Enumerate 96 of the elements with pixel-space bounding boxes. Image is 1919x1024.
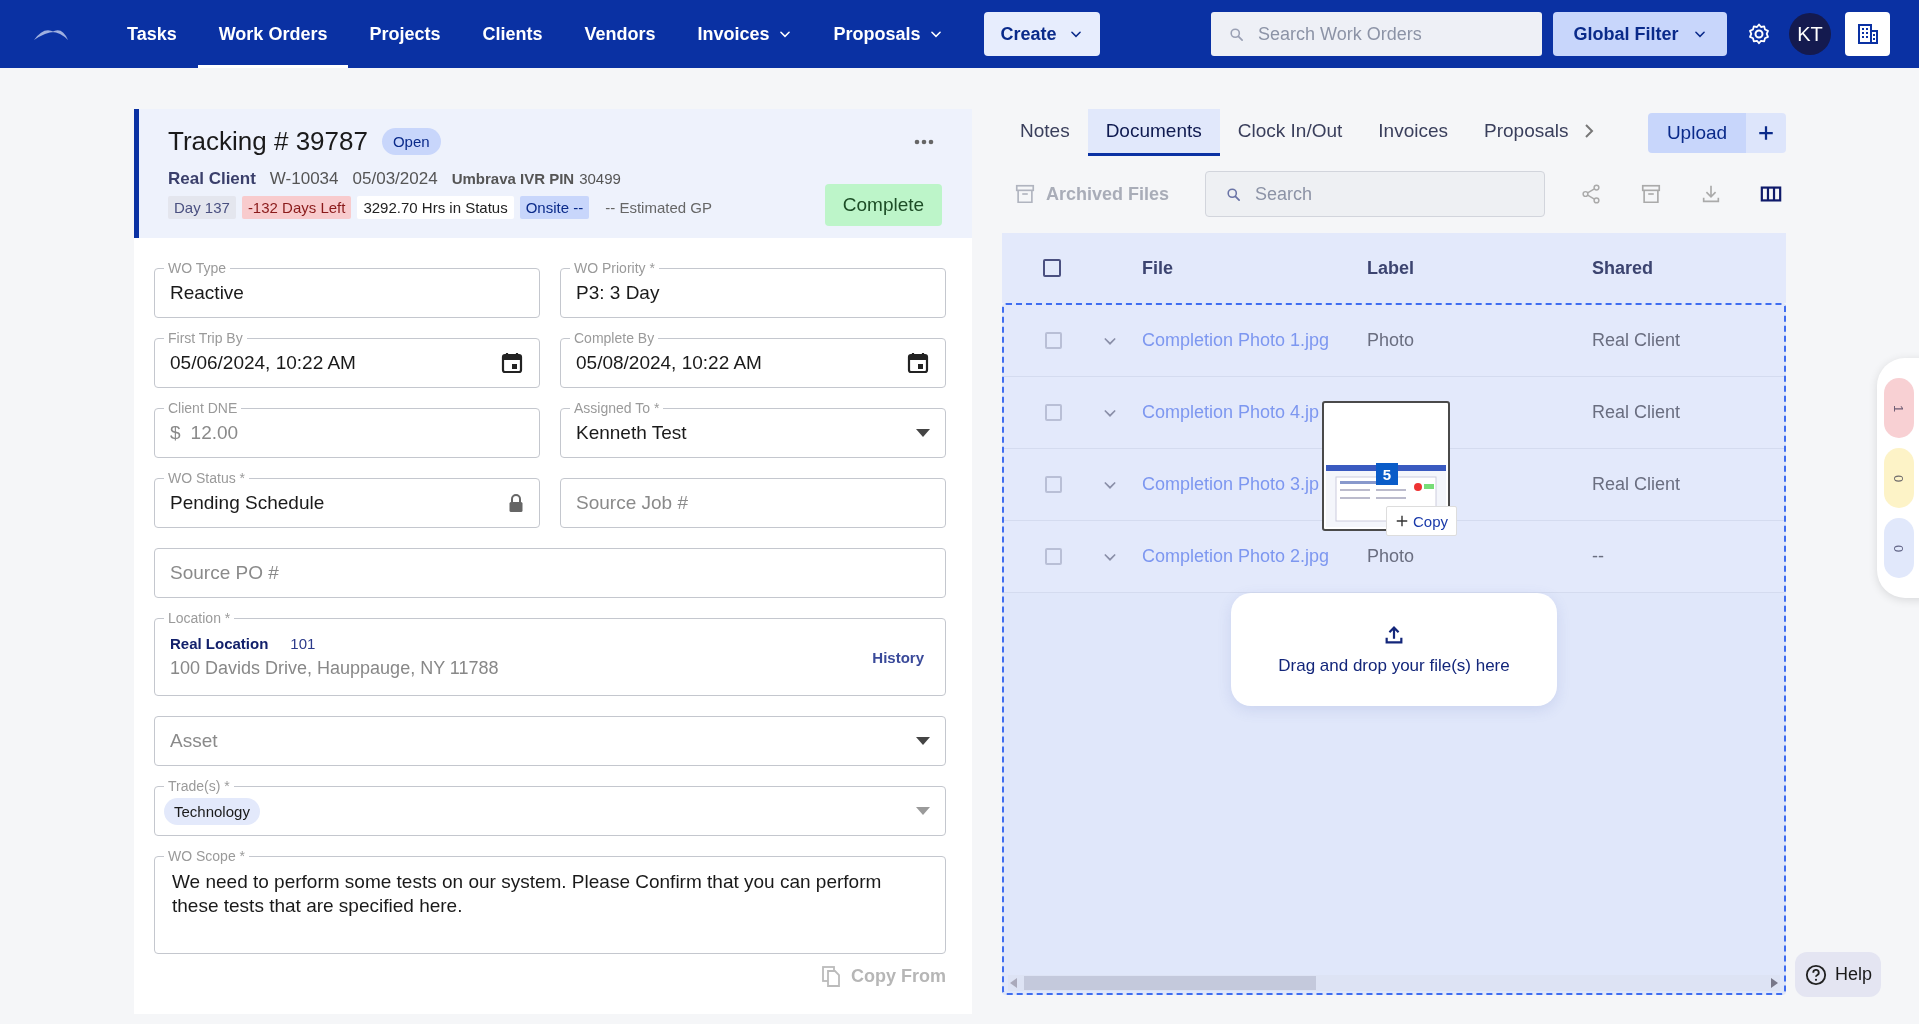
field-label: WO Priority *: [570, 259, 659, 277]
field-label: Assigned To *: [570, 399, 664, 417]
date-field[interactable]: First Trip By 05/06/2024, 10:22 AM: [154, 329, 540, 388]
help-button[interactable]: Help: [1795, 952, 1881, 997]
table-cell: Photo: [1367, 330, 1415, 350]
building-button[interactable]: [1845, 12, 1890, 56]
tracking-title: Tracking # 39787: [168, 126, 368, 157]
work-order-date: 05/03/2024: [352, 169, 438, 189]
checkbox[interactable]: [1044, 548, 1062, 565]
help-icon: [1805, 963, 1827, 986]
count-badge: 5: [1376, 463, 1398, 485]
chevron-right-icon: [1582, 124, 1595, 138]
pin-label: Umbrava IVR PIN: [451, 170, 575, 187]
tab[interactable]: Documents: [1087, 109, 1220, 156]
counter-pill[interactable]: 0: [1884, 518, 1914, 578]
status-badge: Open: [381, 128, 441, 155]
calendar-icon: [906, 351, 930, 375]
text-area[interactable]: WO Scope * We need to perform some tests on our system. Please Confirm that you can perform these tests that are specified here.: [154, 847, 946, 954]
status-chip: Day 137: [168, 196, 236, 219]
column-header[interactable]: File: [1142, 257, 1173, 278]
upload-button[interactable]: Upload: [1648, 112, 1746, 153]
scrollbar[interactable]: [1008, 975, 1780, 991]
nav-item[interactable]: Invoices: [676, 0, 813, 68]
locked-field[interactable]: WO Status * Pending Schedule: [154, 469, 540, 528]
drop-hint: Drag and drop your file(s) here: [1278, 655, 1510, 676]
counter-pill[interactable]: 0: [1884, 448, 1914, 508]
nav-item[interactable]: Clients: [461, 0, 564, 68]
location-code: 101: [290, 635, 316, 652]
nav-item[interactable]: Tasks: [106, 0, 198, 68]
checkbox[interactable]: [1044, 332, 1062, 349]
tab[interactable]: Invoices: [1360, 109, 1466, 156]
nav-item[interactable]: Vendors: [563, 0, 677, 68]
checkbox[interactable]: [1043, 259, 1061, 277]
counter-pill[interactable]: 1: [1884, 378, 1914, 438]
share-icon: [1580, 183, 1603, 205]
scroll-left-icon[interactable]: [1010, 978, 1018, 988]
nav-item[interactable]: Proposals: [812, 0, 964, 68]
tab[interactable]: Proposals: [1466, 109, 1613, 156]
table-cell: Real Client: [1592, 474, 1681, 494]
location-field[interactable]: Location * Real Location 101 100 Davids Drive, Hauppauge, NY 11788 History: [154, 609, 946, 696]
date-field[interactable]: Complete By 05/08/2024, 10:22 AM: [560, 329, 946, 388]
copy-icon: [821, 965, 841, 987]
column-header[interactable]: Shared: [1592, 257, 1654, 278]
field-label: Complete By: [570, 329, 659, 347]
text-field[interactable]: WO Type Reactive: [154, 259, 540, 318]
address-text: 100 Davids Drive, Hauppauge, NY 11788: [170, 658, 499, 679]
pin-number: 30499: [579, 170, 621, 187]
tag-chip: Technology: [164, 797, 260, 825]
archive-icon: [1014, 183, 1036, 205]
columns-icon: [1760, 183, 1783, 205]
status-chip: 3292.70 Hrs in Status: [357, 196, 514, 219]
checkbox[interactable]: [1044, 476, 1062, 493]
archive-icon: [1640, 183, 1663, 205]
location-name: Real Location: [170, 635, 269, 652]
table-cell: Photo: [1367, 546, 1415, 566]
checkbox[interactable]: [1044, 404, 1062, 421]
text-field[interactable]: WO Priority * P3: 3 Day: [560, 259, 946, 318]
status-chip: Onsite --: [519, 196, 590, 219]
table-cell: Real Client: [1592, 330, 1681, 350]
nav-item[interactable]: Projects: [348, 0, 462, 68]
add-button[interactable]: [1746, 112, 1786, 153]
status-chip: -132 Days Left: [241, 196, 352, 219]
estimated-gp-text: -- Estimated GP: [604, 198, 713, 218]
table-cell: --: [1592, 546, 1604, 566]
search-icon: [1229, 26, 1244, 42]
tab[interactable]: Clock In/Out: [1219, 109, 1361, 156]
complete-button[interactable]: Complete: [825, 184, 942, 226]
field-label: Trade(s) *: [164, 777, 234, 795]
drop-zone[interactable]: Completion Photo 1.jpg Photo Real Client Completion Photo 4.jp Real Client Completion Photo 3.jp Real Client Completion Photo 2.jpg Photo -- Drag and drop your file(s) here 5 Copy: [1002, 303, 1786, 995]
column-header[interactable]: Label: [1367, 257, 1414, 278]
dropdown-field[interactable]: Assigned To * Kenneth Test: [560, 399, 946, 458]
caret-down-icon: [916, 737, 930, 745]
copy-hint: Copy: [1386, 506, 1458, 536]
lock-icon: [508, 493, 524, 513]
table-cell: Real Client: [1592, 402, 1681, 422]
caret-down-icon: [916, 807, 930, 815]
plus-icon: [1757, 123, 1775, 142]
tab[interactable]: Notes: [1002, 109, 1088, 156]
tags-field[interactable]: Trade(s) * Technology: [154, 777, 946, 836]
user-avatar[interactable]: KT: [1789, 13, 1831, 55]
create-button[interactable]: Create: [983, 12, 1100, 56]
building-icon: [1855, 22, 1880, 46]
more-icon: [914, 139, 934, 145]
plus-icon: [1395, 514, 1409, 528]
history-link[interactable]: History: [872, 649, 924, 666]
amount-field[interactable]: Client DNE $ 12.00: [154, 399, 540, 458]
client-name: Real Client: [168, 169, 256, 189]
settings-icon: [1747, 22, 1771, 46]
scroll-right-icon[interactable]: [1770, 978, 1778, 988]
calendar-icon: [500, 351, 524, 375]
search-icon: [1226, 186, 1242, 202]
nav-item[interactable]: Work Orders: [197, 0, 349, 68]
caret-down-icon: [916, 429, 930, 437]
work-order-number: W-10034: [269, 169, 339, 189]
filter-button[interactable]: Global Filter: [1553, 12, 1727, 56]
field-label: First Trip By: [164, 329, 247, 347]
